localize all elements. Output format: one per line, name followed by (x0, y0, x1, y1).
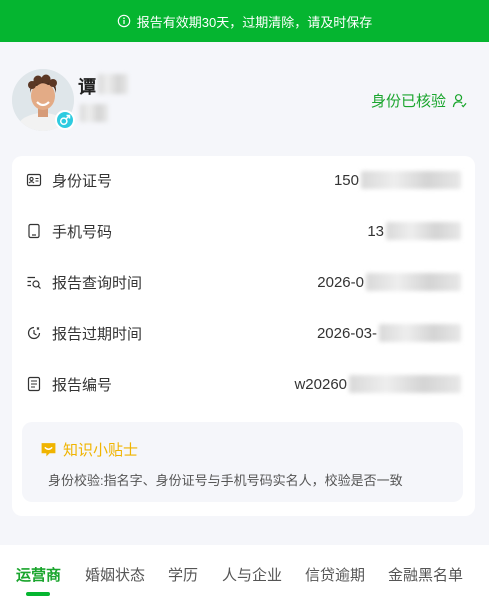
user-name: 谭 (78, 77, 96, 97)
info-label: 报告过期时间 (52, 325, 143, 343)
report-info-card: 身份证号 150 手机号码 13 报告查询时间 2026-0 报告过期时间 20… (12, 156, 475, 516)
info-label: 报告编号 (52, 376, 113, 394)
info-row-expire-time: 报告过期时间 2026-03- (26, 321, 461, 345)
banner-text: 报告有效期30天，过期清除，请及时保存 (136, 14, 373, 30)
tab-education[interactable]: 学历 (168, 564, 198, 585)
info-value: 150 (334, 171, 461, 189)
info-label: 手机号码 (52, 223, 113, 241)
male-icon (55, 110, 75, 130)
identity-verified-status[interactable]: 身份已核验 (371, 90, 467, 111)
info-label: 报告查询时间 (52, 274, 143, 292)
validity-banner: 报告有效期30天，过期清除，请及时保存 (0, 0, 489, 42)
id-number-prefix: 150 (333, 171, 359, 189)
tips-text: 身份校验:指名字、身份证号与手机号码实名人，校验是否一致 (48, 473, 403, 488)
tab-credit-overdue[interactable]: 信贷逾期 (305, 564, 365, 585)
value-mask (349, 375, 461, 393)
info-row-id-number: 身份证号 150 (26, 168, 461, 192)
tab-operator[interactable]: 运营商 (16, 564, 61, 585)
expire-time-prefix: 2026-03- (316, 324, 377, 342)
knowledge-tips: 知识小贴士 身份校验:指名字、身份证号与手机号码实名人，校验是否一致 (22, 422, 463, 502)
tab-financial-blacklist[interactable]: 金融黑名单 (388, 564, 463, 585)
report-number-prefix: w20260 (294, 375, 347, 393)
chat-bubble-icon (41, 443, 56, 457)
clock-icon (27, 326, 41, 340)
tab-marital-status[interactable]: 婚姻状态 (85, 564, 145, 585)
id-card-icon (26, 173, 42, 187)
info-row-report-number: 报告编号 w20260 (26, 372, 461, 396)
phone-prefix: 13 (367, 222, 384, 240)
info-value: 2026-03- (317, 324, 461, 342)
tips-title: 知识小贴士 (40, 439, 138, 460)
search-list-icon (27, 276, 41, 289)
info-label: 身份证号 (52, 172, 113, 190)
verified-label: 身份已核验 (370, 93, 446, 110)
query-time-prefix: 2026-0 (317, 273, 364, 291)
tab-person-enterprise[interactable]: 人与企业 (222, 564, 282, 585)
profile-header: 谭 身份已核验 (0, 42, 489, 152)
document-icon (27, 376, 41, 392)
info-row-phone: 手机号码 13 (26, 219, 461, 243)
value-mask (379, 324, 461, 342)
active-tab-indicator (26, 592, 50, 596)
info-icon (117, 14, 131, 28)
info-value: w20260 (294, 375, 461, 393)
name-mask (98, 74, 128, 94)
value-mask (386, 222, 461, 240)
info-value: 13 (367, 222, 461, 240)
info-row-query-time: 报告查询时间 2026-0 (26, 270, 461, 294)
subtitle-mask (80, 104, 108, 122)
value-mask (366, 273, 461, 291)
value-mask (361, 171, 461, 189)
info-value: 2026-0 (317, 273, 461, 291)
phone-icon (28, 223, 40, 239)
tips-title-text: 知识小贴士 (63, 442, 139, 459)
report-tabs: 运营商 婚姻状态 学历 人与企业 信贷逾期 金融黑名单 (0, 545, 489, 596)
user-check-icon (452, 94, 467, 108)
